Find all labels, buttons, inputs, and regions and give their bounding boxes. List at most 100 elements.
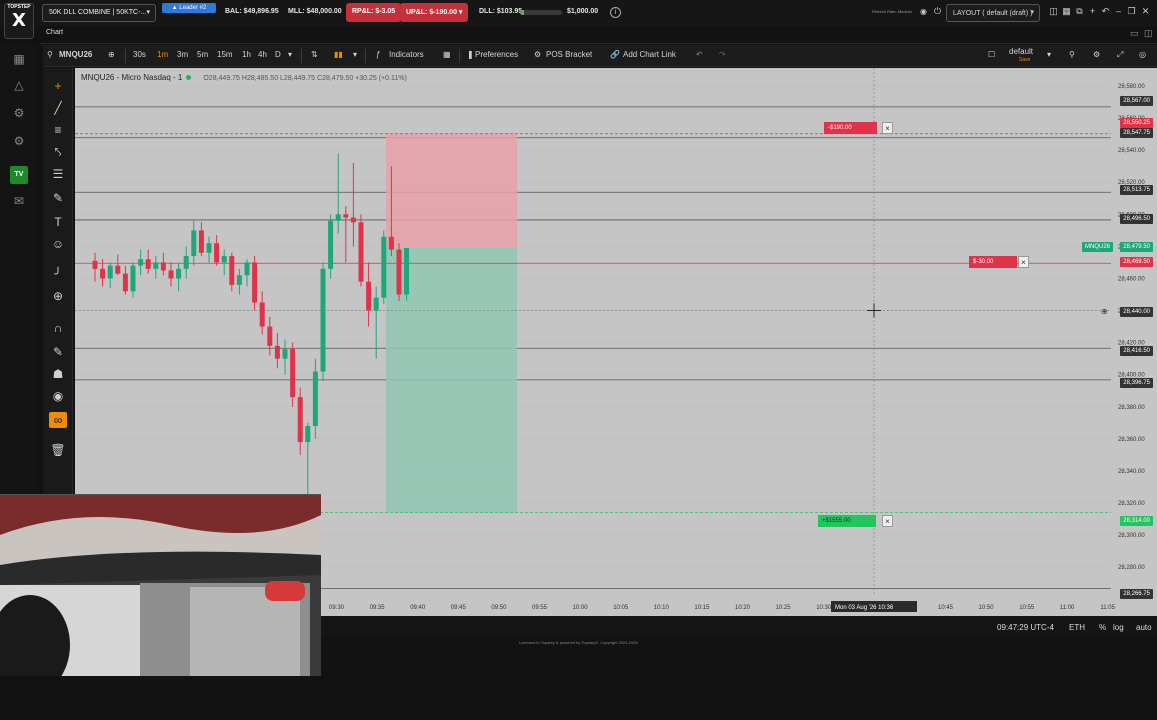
timeframe-3m[interactable]: 3m <box>177 50 188 59</box>
expand-icon[interactable]: ⤢ <box>1117 50 1123 60</box>
candle-body <box>313 371 318 426</box>
fib-icon[interactable]: ☰ <box>49 166 67 182</box>
magnet-icon[interactable]: ∩ <box>49 320 67 336</box>
brush-icon[interactable]: ✎ <box>49 190 67 206</box>
eye-icon[interactable]: ◉ <box>49 388 67 404</box>
add-symbol-icon[interactable]: ⊕ <box>108 50 115 59</box>
chat-icon[interactable]: ✉ <box>9 194 29 212</box>
emoji-icon[interactable]: ☺ <box>49 236 67 252</box>
templates-icon[interactable]: ▦ <box>443 50 451 59</box>
tab-chart[interactable]: Chart <box>46 29 63 36</box>
camera-icon[interactable]: ◎ <box>1139 50 1146 59</box>
timeframe-4h[interactable]: 4h <box>258 50 267 59</box>
session-toggle[interactable]: ETH <box>1069 623 1085 632</box>
zoom-icon[interactable]: ⚲ <box>1069 50 1075 59</box>
symbol-price-tag: MNQU26 <box>1082 242 1113 252</box>
candle-body <box>343 214 348 217</box>
layout-name[interactable]: default <box>1009 47 1033 56</box>
leader-badge[interactable]: ▲ Leader #2 <box>162 3 216 13</box>
stop-order-label[interactable]: -$190.00 <box>824 122 877 134</box>
trend-line-icon[interactable]: ╱ <box>49 100 67 116</box>
price-tag-line2: 28,547.75 <box>1120 128 1153 138</box>
link-icon[interactable]: 🔗 <box>610 50 620 59</box>
candle-body <box>191 230 196 256</box>
pos-bracket-button[interactable]: POS Bracket <box>546 50 592 59</box>
undo-icon[interactable]: ↶ <box>1100 6 1111 17</box>
fullscreen-box-icon[interactable]: ☐ <box>988 50 995 59</box>
ruler-icon[interactable]: ╯ <box>49 266 67 282</box>
bracket-icon[interactable]: ⚙ <box>534 50 541 59</box>
tools-icon[interactable]: ⚙ <box>9 106 29 124</box>
window-split-icon[interactable]: ◫ <box>1144 28 1153 39</box>
cursor-price-tag: 28,440.00 <box>1120 307 1153 317</box>
timeframe-5m[interactable]: 5m <box>197 50 208 59</box>
close-icon[interactable]: ✕ <box>1140 6 1151 17</box>
cancel-target-icon[interactable]: × <box>882 515 893 527</box>
preferences-button[interactable]: Preferences <box>475 50 518 59</box>
symbol-input[interactable]: MNQU26 <box>59 50 92 59</box>
trash-icon[interactable]: 🗑 <box>49 442 67 458</box>
timeframe-1h[interactable]: 1h <box>242 50 251 59</box>
add-alert-icon[interactable]: ⊕ <box>1101 307 1111 317</box>
legend-ohlc: O28,449.75 H28,485.50 L28,449.75 C28,479… <box>203 75 406 82</box>
account-selector[interactable]: 50K DLL COMBINE | 50KTC-... ▾ <box>42 4 156 22</box>
dashboard-icon[interactable]: ▦ <box>9 52 29 70</box>
chevron-down-icon[interactable]: ▾ <box>288 50 292 59</box>
upl-stat[interactable]: UP&L: $-190.00 ▾ <box>400 3 468 22</box>
price-axis-tick: 28,460.00 <box>1118 276 1145 282</box>
function-icon[interactable]: ƒ <box>376 50 380 59</box>
candles-icon[interactable]: ▮▮ <box>334 50 343 59</box>
info-icon[interactable]: i <box>610 7 621 18</box>
redo-icon[interactable]: ↷ <box>719 50 726 59</box>
pitchfork-icon[interactable]: ⤣ <box>49 144 67 160</box>
time-axis-tick: 09:35 <box>370 605 386 611</box>
auto-toggle[interactable]: auto <box>1136 623 1152 632</box>
percent-toggle[interactable]: % <box>1099 623 1106 632</box>
price-axis-tick: 28,280.00 <box>1118 565 1145 571</box>
zoom-in-icon[interactable]: ⊕ <box>49 288 67 304</box>
restore-icon[interactable]: ❐ <box>1126 6 1137 17</box>
window-icon[interactable]: ▭ <box>1130 28 1139 39</box>
status-bar: 09:47:29 UTC-4 ETH % log auto <box>321 616 1157 638</box>
tradingview-icon[interactable]: TV <box>10 166 28 184</box>
tab-row: Chart ▭ ◫ <box>40 26 1157 44</box>
undo-icon[interactable]: ↶ <box>696 50 703 59</box>
timeframe-1m[interactable]: 1m <box>157 50 168 59</box>
chevron-down-icon[interactable]: ▾ <box>1047 50 1051 59</box>
last-price-tag: 28,479.50 <box>1120 242 1153 252</box>
cancel-stop-icon[interactable]: × <box>882 122 893 134</box>
indicators-button[interactable]: Indicators <box>389 50 424 59</box>
layout-save[interactable]: Save <box>1019 57 1030 63</box>
target-order-label[interactable]: +$1555.00 <box>818 515 876 527</box>
account-icon[interactable]: △ <box>9 78 29 96</box>
crosshair-cursor <box>867 304 881 318</box>
crosshair-icon[interactable]: + <box>49 78 67 94</box>
power-icon[interactable]: ⏻ <box>932 6 943 17</box>
text-icon[interactable]: T <box>49 214 67 230</box>
link-icon[interactable]: ∞ <box>49 412 67 428</box>
copy-icon[interactable]: ⧉ <box>1074 6 1085 17</box>
search-icon[interactable]: ⚲ <box>47 50 53 59</box>
pencil-lock-icon[interactable]: ✎ <box>49 344 67 360</box>
time-axis-tick: 09:40 <box>410 605 426 611</box>
chevron-down-icon[interactable]: ▾ <box>353 50 357 59</box>
minimize-icon[interactable]: – <box>1113 6 1124 16</box>
settings-icon[interactable]: ⚙ <box>9 134 29 152</box>
timeframe-15m[interactable]: 15m <box>217 50 233 59</box>
timeframe-d[interactable]: D <box>275 50 281 59</box>
position-label[interactable]: $-30.00 <box>969 256 1017 268</box>
add-chart-link-button[interactable]: Add Chart Link <box>623 50 676 59</box>
lock-icon[interactable]: ☗ <box>49 366 67 382</box>
grid-icon[interactable]: ▦ <box>1061 6 1072 17</box>
layout-selector[interactable]: LAYOUT ( default (draft) ) ▾ <box>946 4 1040 22</box>
horizontal-lines-icon[interactable]: ≡ <box>49 122 67 138</box>
preferences-icon[interactable]: ❚ <box>467 50 474 59</box>
compare-icon[interactable]: ⇅ <box>311 50 318 59</box>
settings-icon[interactable]: ⚙ <box>1093 50 1100 59</box>
timeframe-30s[interactable]: 30s <box>133 50 146 59</box>
columns-icon[interactable]: ◫ <box>1048 6 1059 17</box>
plus-icon[interactable]: + <box>1087 6 1098 16</box>
log-toggle[interactable]: log <box>1113 623 1124 632</box>
price-axis-tick: 28,580.00 <box>1118 84 1145 90</box>
close-position-icon[interactable]: × <box>1018 256 1029 268</box>
